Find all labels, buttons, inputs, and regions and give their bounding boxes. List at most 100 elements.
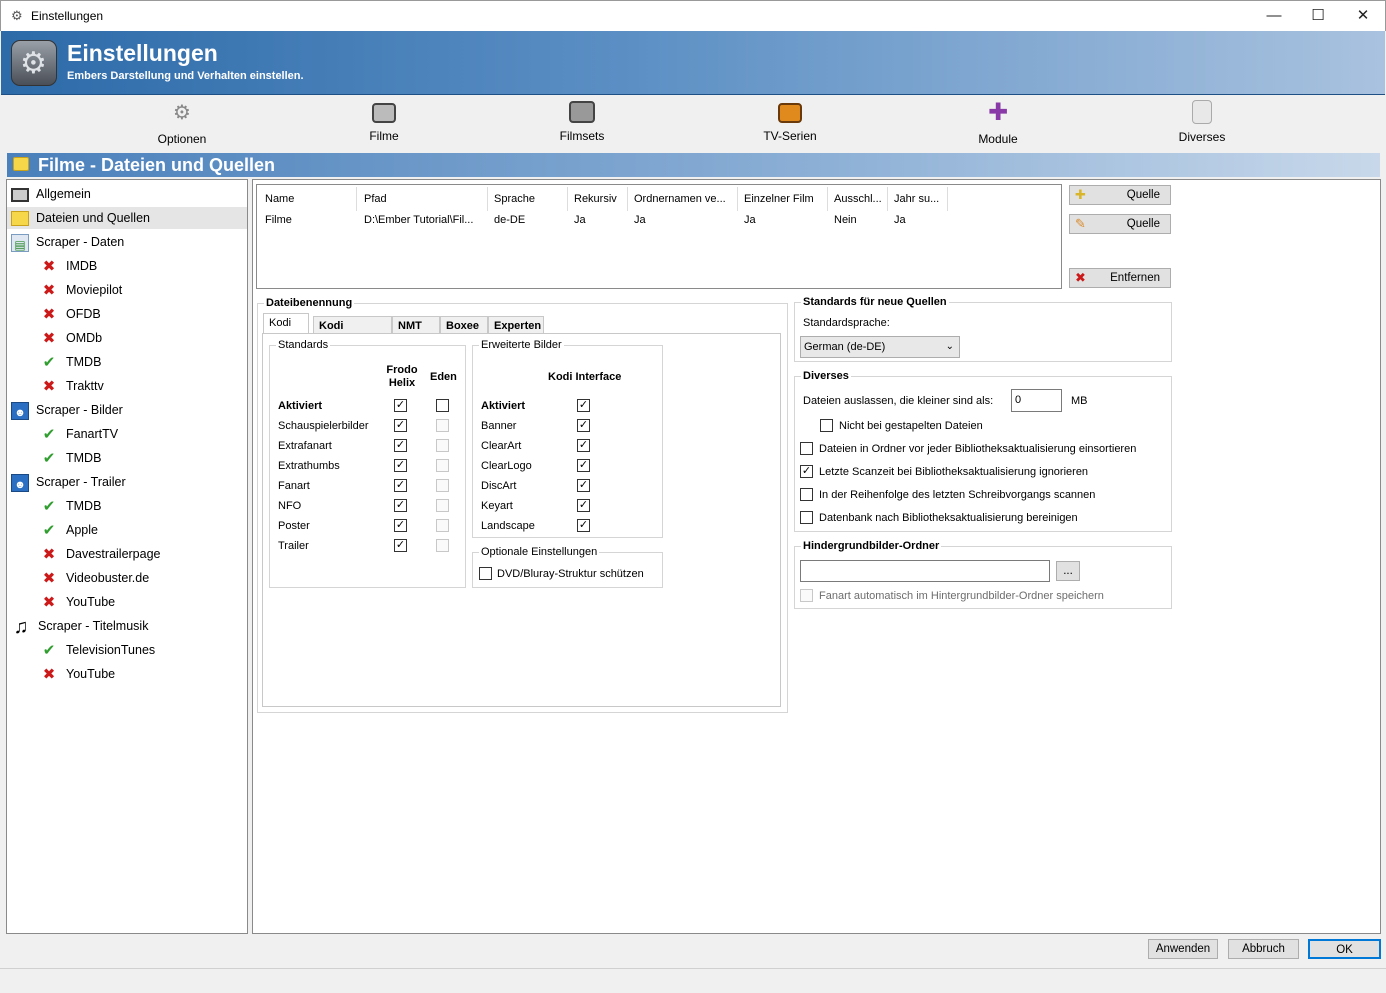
ignore-last-scan-checkbox[interactable]: ✓ [800,465,813,478]
clearlogo-checkbox[interactable]: ✓ [577,459,590,472]
keyart-checkbox[interactable]: ✓ [577,499,590,512]
tree-item-label: TMDB [66,499,102,513]
remove-source-button[interactable]: ✖ Entfernen [1069,268,1171,288]
dvd-bluray-checkbox[interactable] [479,567,492,580]
tree-item-scraper-titelmusik[interactable]: ♫ Scraper - Titelmusik [11,615,149,637]
toolbar-label: Filme [369,129,399,143]
table-cell: Nein [834,214,857,226]
toolbar-diverses[interactable]: Diverses [1142,98,1262,150]
toolbar-module[interactable]: ✚ Module [938,98,1058,150]
landscape-checkbox[interactable]: ✓ [577,519,590,532]
eden-aktiviert-checkbox[interactable] [436,399,449,412]
tab-kodi-addons[interactable]: Kodi Addons [313,316,392,350]
tree-item-apple[interactable]: ✔ Apple [39,519,98,541]
skip-size-label: Dateien auslassen, die kleiner sind als: [803,395,994,407]
column-header[interactable]: Pfad [358,187,488,211]
toolbar-tv-serien[interactable]: TV-Serien [730,98,850,150]
row-label: ClearArt [481,440,522,452]
row-label: Trailer [278,540,309,552]
tree-item-label: TelevisionTunes [66,643,156,657]
tree-item-label: Dateien und Quellen [36,211,150,225]
row-label: Aktiviert [481,400,526,412]
tree-item-scraper-daten[interactable]: ▤ Scraper - Daten [11,231,124,253]
toolbar-optionen[interactable]: ⚙ Optionen [122,98,242,150]
tree-item-moviepilot[interactable]: ✖ Moviepilot [39,279,123,301]
frodo-checkbox[interactable]: ✓ [394,439,407,452]
table-cell: Ja [894,214,906,226]
kodi-interface-aktiviert-checkbox[interactable]: ✓ [577,399,590,412]
skip-size-input[interactable]: 0 [1011,389,1062,412]
tree-item-omdb[interactable]: ✖ OMDb [39,327,102,349]
sort-into-folder-checkbox[interactable] [800,442,813,455]
default-language-select[interactable]: German (de-DE) ⌄ [800,336,960,358]
folder-icon [11,211,29,227]
tab-nmt[interactable]: NMT [392,316,440,334]
column-header[interactable]: Einzelner Film [738,187,828,211]
table-cell: de-DE [494,214,526,226]
tree-item-televisiontunes[interactable]: ✔ TelevisionTunes [39,639,155,661]
toolbar-filme[interactable]: Filme [324,98,444,150]
column-header[interactable]: Ordnernamen ve... [628,187,738,211]
tree-item-videobuster[interactable]: ✖ Videobuster.de [39,567,149,589]
tab-kodi[interactable]: Kodi [263,313,309,334]
scan-write-order-checkbox[interactable] [800,488,813,501]
column-header[interactable]: Name [259,187,357,211]
tree-item-tmdb-trailer[interactable]: ✔ TMDB [39,495,102,517]
tab-experten[interactable]: Experten [488,316,544,334]
tree-item-ofdb[interactable]: ✖ OFDB [39,303,101,325]
tree-item-trakttv[interactable]: ✖ Trakttv [39,375,104,397]
tree-item-imdb[interactable]: ✖ IMDB [39,255,98,277]
frodo-checkbox[interactable]: ✓ [394,479,407,492]
browse-button[interactable]: ... [1056,561,1080,581]
frodo-checkbox[interactable]: ✓ [394,499,407,512]
apply-button[interactable]: Anwenden [1148,939,1218,959]
x-icon: ✖ [42,257,56,275]
backdrop-folder-input[interactable] [800,560,1050,582]
tree-item-tmdb-bilder[interactable]: ✔ TMDB [39,447,102,469]
cancel-button[interactable]: Abbruch [1228,939,1299,959]
option-label: Dateien in Ordner vor jeder Bibliotheksa… [819,443,1137,455]
frodo-checkbox[interactable]: ✓ [394,519,407,532]
frodo-checkbox[interactable]: ✓ [394,539,407,552]
group-label: Diverses [801,369,851,383]
frodo-checkbox[interactable]: ✓ [394,419,407,432]
column-header[interactable]: Sprache [488,187,568,211]
frodo-checkbox[interactable]: ✓ [394,459,407,472]
close-button[interactable]: ✕ [1348,6,1378,26]
edit-source-button[interactable]: ✎ Quelle [1069,214,1171,234]
table-cell: Ja [744,214,756,226]
option-label: Datenbank nach Bibliotheksaktualisierung… [819,512,1078,524]
ok-button[interactable]: OK [1308,939,1381,959]
tree-item-allgemein[interactable]: Allgemein [11,183,247,205]
banner-checkbox[interactable]: ✓ [577,419,590,432]
column-header[interactable]: Ausschl... [828,187,888,211]
option-label: Nicht bei gestapelten Dateien [839,420,983,432]
clean-database-checkbox[interactable] [800,511,813,524]
clearart-checkbox[interactable]: ✓ [577,439,590,452]
column-header[interactable]: Rekursiv [568,187,628,211]
table-cell: Ja [574,214,586,226]
table-cell: D:\Ember Tutorial\Fil... [364,214,474,226]
toolbar-filmsets[interactable]: Filmsets [522,98,642,150]
tree-item-dateien-und-quellen[interactable]: Dateien und Quellen [7,207,247,229]
eden-checkbox [436,499,449,512]
add-source-button[interactable]: ✚ Quelle [1069,185,1171,205]
skip-stacked-checkbox[interactable] [820,419,833,432]
tree-item-scraper-trailer[interactable]: ☻ Scraper - Trailer [11,471,126,493]
maximize-button[interactable]: ☐ [1303,6,1333,26]
tree-item-youtube-trailer[interactable]: ✖ YouTube [39,591,115,613]
tree-item-youtube-musik[interactable]: ✖ YouTube [39,663,115,685]
tree-item-scraper-bilder[interactable]: ☻ Scraper - Bilder [11,399,123,421]
tree-item-davestrailerpage[interactable]: ✖ Davestrailerpage [39,543,161,565]
minimize-button[interactable]: — [1259,6,1289,26]
tab-boxee[interactable]: Boxee [440,316,488,334]
check-icon: ✔ [42,449,56,467]
sources-table[interactable]: Name Pfad Sprache Rekursiv Ordnernamen v… [256,184,1062,289]
status-bar [0,968,1386,993]
x-icon: ✖ [42,377,56,395]
tree-item-fanarttv[interactable]: ✔ FanartTV [39,423,118,445]
column-header[interactable]: Jahr su... [888,187,948,211]
tree-item-tmdb-daten[interactable]: ✔ TMDB [39,351,102,373]
frodo-aktiviert-checkbox[interactable]: ✓ [394,399,407,412]
discart-checkbox[interactable]: ✓ [577,479,590,492]
